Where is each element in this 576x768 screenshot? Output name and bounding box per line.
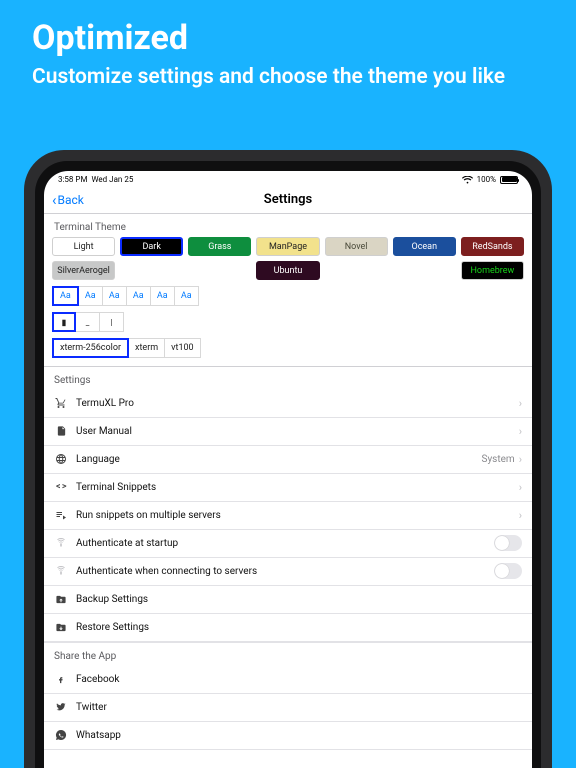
document-icon <box>54 425 68 437</box>
theme-redsands[interactable]: RedSands <box>461 237 524 256</box>
row-twitter[interactable]: Twitter <box>44 694 532 722</box>
row-label: Authenticate at startup <box>76 538 178 549</box>
row-run-multi[interactable]: Run snippets on multiple servers › <box>44 502 532 530</box>
facebook-icon <box>54 673 68 686</box>
cursor-block[interactable]: ▮ <box>52 312 76 332</box>
row-label: Facebook <box>76 674 119 685</box>
status-time: 3:58 PM <box>58 175 87 184</box>
row-label: Backup Settings <box>76 594 148 605</box>
battery-percent: 100% <box>477 175 496 184</box>
theme-novel[interactable]: Novel <box>325 237 388 256</box>
nav-bar: ‹ Back Settings <box>44 186 532 214</box>
device-frame: 3:58 PM Wed Jan 25 100% ‹ Back <box>24 150 552 768</box>
row-auth-startup[interactable]: Authenticate at startup <box>44 530 532 558</box>
theme-homebrew[interactable]: Homebrew <box>461 261 524 280</box>
promo-title: Optimized <box>0 0 576 58</box>
language-value: System <box>482 454 515 465</box>
font-size-1[interactable]: Aa <box>79 286 103 306</box>
font-size-2[interactable]: Aa <box>103 286 127 306</box>
chevron-right-icon: › <box>519 397 522 410</box>
theme-ocean[interactable]: Ocean <box>393 237 456 256</box>
font-size-3[interactable]: Aa <box>127 286 151 306</box>
font-size-5[interactable]: Aa <box>175 286 199 306</box>
term-vt100[interactable]: vt100 <box>165 338 200 358</box>
globe-icon <box>54 453 68 465</box>
row-whatsapp[interactable]: Whatsapp <box>44 722 532 750</box>
status-date: Wed Jan 25 <box>91 175 133 184</box>
row-auth-connect[interactable]: Authenticate when connecting to servers <box>44 558 532 586</box>
cursor-underscore[interactable]: _ <box>76 312 100 332</box>
fingerprint-icon <box>54 537 68 549</box>
row-label: TermuXL Pro <box>76 398 134 409</box>
row-label: Restore Settings <box>76 622 149 633</box>
section-share: Share the App <box>44 642 532 666</box>
status-bar: 3:58 PM Wed Jan 25 100% <box>44 171 532 186</box>
chevron-right-icon: › <box>519 481 522 494</box>
row-restore[interactable]: Restore Settings <box>44 614 532 642</box>
row-backup[interactable]: Backup Settings <box>44 586 532 614</box>
toggle-auth-startup[interactable] <box>494 535 522 551</box>
term-xterm-256color[interactable]: xterm-256color <box>52 338 129 358</box>
row-label: User Manual <box>76 426 132 437</box>
theme-ubuntu[interactable]: Ubuntu <box>256 261 319 280</box>
section-terminal-theme: Terminal Theme <box>44 214 532 237</box>
cart-icon <box>54 397 68 409</box>
row-label: Language <box>76 454 120 465</box>
row-label: Authenticate when connecting to servers <box>76 566 257 577</box>
chevron-right-icon: › <box>519 453 522 466</box>
row-facebook[interactable]: Facebook <box>44 666 532 694</box>
promo-subtitle: Customize settings and choose the theme … <box>0 58 576 90</box>
folder-up-icon <box>54 594 68 605</box>
font-size-0[interactable]: Aa <box>52 286 79 306</box>
row-language[interactable]: Language System › <box>44 446 532 474</box>
theme-grass[interactable]: Grass <box>188 237 251 256</box>
row-label: Twitter <box>76 702 107 713</box>
theme-silveraerogel[interactable]: SilverAerogel <box>52 261 115 280</box>
code-icon: < > <box>54 482 68 492</box>
section-settings: Settings <box>44 367 532 390</box>
row-label: Run snippets on multiple servers <box>76 510 221 521</box>
twitter-icon <box>54 702 68 712</box>
back-button[interactable]: ‹ Back <box>52 191 84 209</box>
fingerprint-icon <box>54 565 68 577</box>
theme-dark[interactable]: Dark <box>120 237 183 256</box>
playlist-icon <box>54 509 68 521</box>
toggle-auth-connect[interactable] <box>494 563 522 579</box>
page-title: Settings <box>264 192 312 207</box>
cursor-bar[interactable]: | <box>100 312 124 332</box>
chevron-left-icon: ‹ <box>52 191 57 209</box>
back-label: Back <box>58 193 84 207</box>
row-terminal-snippets[interactable]: < > Terminal Snippets › <box>44 474 532 502</box>
battery-icon <box>500 176 518 184</box>
row-label: Whatsapp <box>76 730 121 741</box>
whatsapp-icon <box>54 729 68 741</box>
wifi-icon <box>462 176 473 184</box>
theme-manpage[interactable]: ManPage <box>256 237 319 256</box>
row-label: Terminal Snippets <box>76 482 156 493</box>
chevron-right-icon: › <box>519 425 522 438</box>
row-user-manual[interactable]: User Manual › <box>44 418 532 446</box>
folder-down-icon <box>54 622 68 633</box>
font-size-4[interactable]: Aa <box>151 286 175 306</box>
chevron-right-icon: › <box>519 509 522 522</box>
theme-light[interactable]: Light <box>52 237 115 256</box>
term-xterm[interactable]: xterm <box>129 338 165 358</box>
row-termuxl-pro[interactable]: TermuXL Pro › <box>44 390 532 418</box>
